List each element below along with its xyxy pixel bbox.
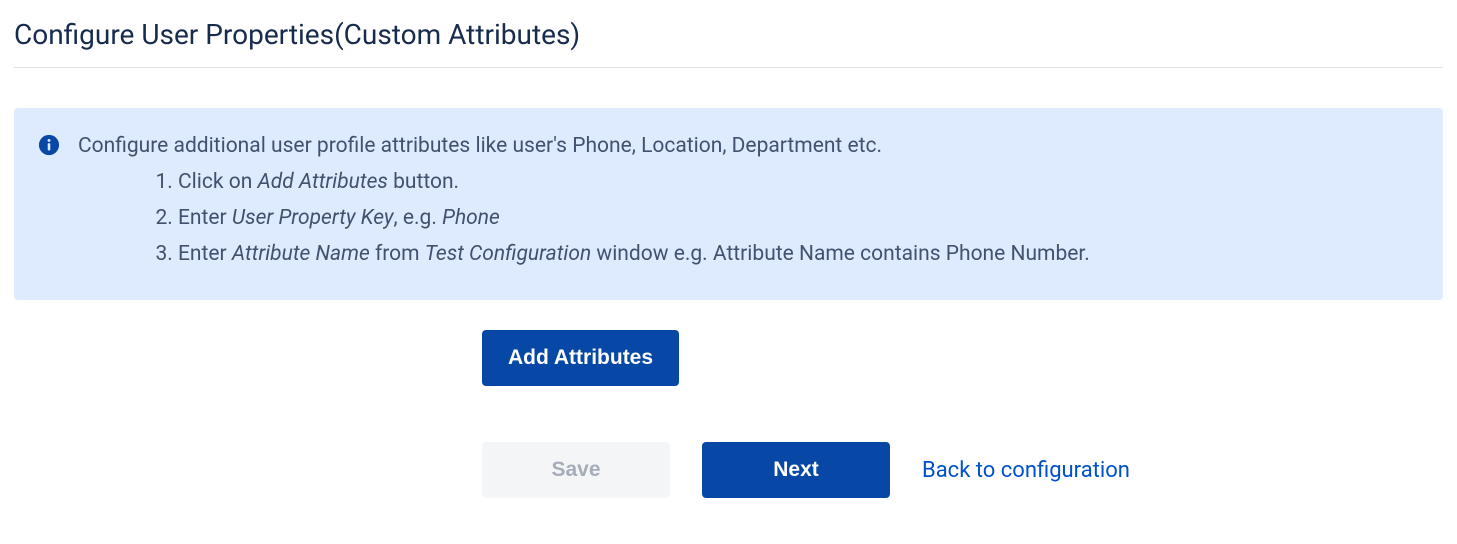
add-attributes-row: Add Attributes [482,330,1443,386]
info-panel: Configure additional user profile attrib… [14,108,1443,300]
info-intro: Configure additional user profile attrib… [78,128,1419,164]
add-attributes-button[interactable]: Add Attributes [482,330,679,386]
info-step-3: Enter Attribute Name from Test Configura… [178,236,1419,272]
info-steps-list: Click on Add Attributes button. Enter Us… [78,164,1419,272]
page-title: Configure User Properties(Custom Attribu… [14,18,1443,68]
info-step-1: Click on Add Attributes button. [178,164,1419,200]
next-button[interactable]: Next [702,442,890,498]
info-step-2: Enter User Property Key, e.g. Phone [178,200,1419,236]
action-buttons-row: Save Next Back to configuration [482,442,1443,498]
back-to-configuration-link[interactable]: Back to configuration [922,458,1130,483]
info-icon [38,134,60,156]
info-content: Configure additional user profile attrib… [78,128,1419,272]
save-button[interactable]: Save [482,442,670,498]
